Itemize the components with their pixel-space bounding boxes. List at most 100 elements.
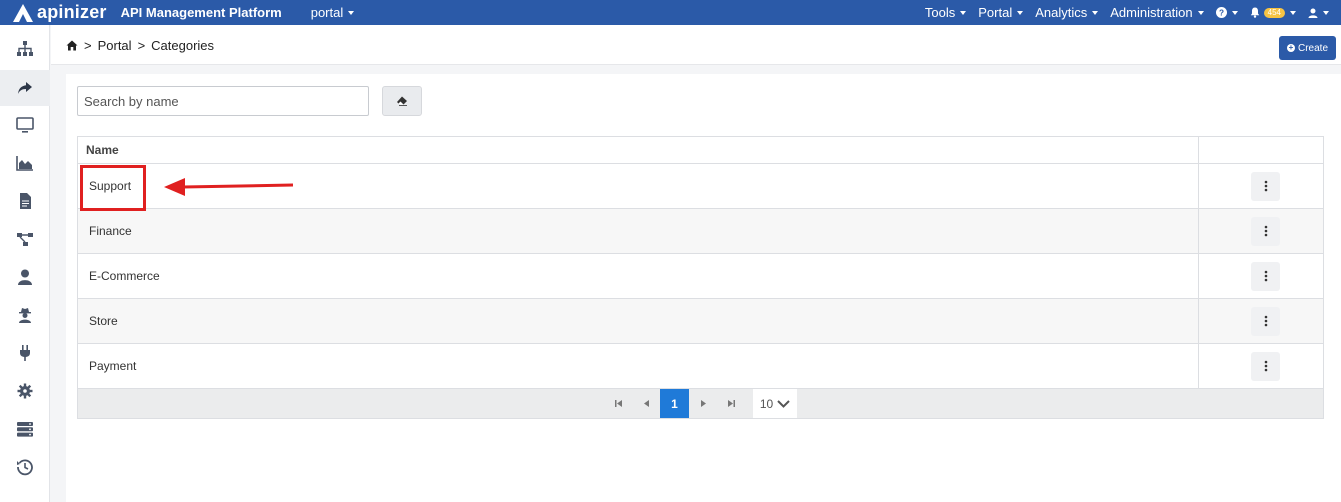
history-icon xyxy=(17,459,33,476)
sidebar-item-share[interactable] xyxy=(0,70,50,106)
pagination: 1 10 xyxy=(78,389,1323,418)
notifications-menu[interactable]: 454 xyxy=(1250,7,1296,18)
eraser-icon xyxy=(397,96,407,106)
page-size-select[interactable]: 10 xyxy=(753,389,797,418)
category-name: E-Commerce xyxy=(78,254,1199,298)
sidebar-item-monitor[interactable] xyxy=(0,107,50,143)
category-name: Store xyxy=(78,299,1199,343)
create-button-label: Create xyxy=(1297,42,1328,54)
document-icon xyxy=(20,193,31,209)
user-icon xyxy=(1308,8,1318,18)
breadcrumb-separator: > xyxy=(84,38,92,53)
row-actions xyxy=(1199,299,1323,343)
table-row[interactable]: E-Commerce xyxy=(78,254,1323,299)
sidebar-item-sitemap[interactable] xyxy=(0,31,50,67)
table-row[interactable]: Finance xyxy=(78,209,1323,254)
first-page-button[interactable] xyxy=(604,389,632,418)
home-icon[interactable] xyxy=(66,40,78,51)
sidebar-item-documents[interactable] xyxy=(0,183,50,219)
row-menu-button[interactable] xyxy=(1251,216,1280,246)
row-menu-button[interactable] xyxy=(1251,261,1280,291)
area-chart-icon xyxy=(16,156,33,171)
row-actions xyxy=(1199,209,1323,253)
brand-name: apinizer xyxy=(37,2,107,22)
sidebar-item-connectors[interactable] xyxy=(0,335,50,371)
context-selector[interactable]: portal xyxy=(311,5,355,20)
platform-title: API Management Platform xyxy=(120,5,282,20)
clear-search-button[interactable] xyxy=(382,86,422,116)
breadcrumb-categories: Categories xyxy=(151,38,215,53)
column-header-name[interactable]: Name xyxy=(78,137,1199,163)
categories-card: Name Support Finance E-Commerce xyxy=(66,74,1341,502)
sidebar-item-analytics[interactable] xyxy=(0,145,50,181)
chevron-down-icon xyxy=(960,10,967,15)
help-menu[interactable]: ? xyxy=(1215,7,1238,18)
table-row[interactable]: Store xyxy=(78,299,1323,344)
category-name: Finance xyxy=(78,209,1199,253)
next-page-button[interactable] xyxy=(689,389,717,418)
menu-administration-label: Administration xyxy=(1110,5,1193,20)
user-icon xyxy=(18,269,32,285)
next-page-icon xyxy=(700,400,706,407)
menu-analytics-label: Analytics xyxy=(1035,5,1088,20)
sidebar-item-settings[interactable] xyxy=(0,373,50,409)
bell-icon xyxy=(1250,7,1259,18)
svg-text:?: ? xyxy=(1219,8,1224,17)
notification-count-badge: 454 xyxy=(1263,7,1285,18)
category-name: Payment xyxy=(78,344,1199,388)
search-input[interactable] xyxy=(77,86,369,116)
sidebar-item-servers[interactable] xyxy=(0,411,50,447)
menu-analytics[interactable]: Analytics xyxy=(1035,5,1099,20)
row-menu-button[interactable] xyxy=(1251,351,1280,381)
breadcrumb-separator: > xyxy=(137,38,146,53)
row-menu-button[interactable] xyxy=(1251,171,1280,201)
breadcrumb-bar: > Portal > Categories + Create xyxy=(51,25,1341,65)
row-actions xyxy=(1199,344,1323,388)
cog-icon xyxy=(17,383,33,399)
breadcrumb-portal[interactable]: Portal xyxy=(98,38,132,53)
chevron-down-icon xyxy=(348,10,355,15)
create-button[interactable]: + Create xyxy=(1279,36,1336,60)
help-icon: ? xyxy=(1215,7,1227,18)
chevron-down-icon xyxy=(1197,10,1204,15)
chevron-down-icon xyxy=(777,399,790,408)
sidebar-item-topology[interactable] xyxy=(0,221,50,257)
table-header: Name xyxy=(78,137,1323,164)
row-actions xyxy=(1199,254,1323,298)
apinizer-logo-icon xyxy=(13,3,33,22)
sitemap-icon xyxy=(17,41,33,56)
page-size-value: 10 xyxy=(759,396,774,411)
user-secret-icon xyxy=(19,308,31,323)
menu-tools[interactable]: Tools xyxy=(925,5,967,20)
plus-circle-icon: + xyxy=(1286,43,1295,52)
breadcrumb: > Portal > Categories xyxy=(66,38,214,53)
more-vertical-icon xyxy=(1264,270,1267,282)
plug-icon xyxy=(20,345,30,361)
menu-administration[interactable]: Administration xyxy=(1110,5,1204,20)
top-navbar: apinizer API Management Platform portal … xyxy=(0,0,1341,25)
last-page-button[interactable] xyxy=(717,389,745,418)
menu-portal-label: Portal xyxy=(978,5,1013,20)
chevron-down-icon xyxy=(1323,10,1329,15)
chevron-down-icon xyxy=(1092,10,1099,15)
previous-page-icon xyxy=(643,400,649,407)
chevron-down-icon xyxy=(1017,10,1024,15)
sidebar-item-history[interactable] xyxy=(0,449,50,485)
page-number-current[interactable]: 1 xyxy=(660,389,689,418)
more-vertical-icon xyxy=(1264,225,1267,237)
previous-page-button[interactable] xyxy=(632,389,660,418)
brand[interactable]: apinizer xyxy=(12,2,107,23)
more-vertical-icon xyxy=(1264,360,1267,372)
sidebar-item-security[interactable] xyxy=(0,297,50,333)
chevron-down-icon xyxy=(1290,10,1296,15)
first-page-icon xyxy=(614,400,622,407)
sidebar-item-users[interactable] xyxy=(0,259,50,295)
user-menu[interactable] xyxy=(1308,8,1329,18)
chevron-down-icon xyxy=(1231,10,1238,15)
table-row[interactable]: Payment xyxy=(78,344,1323,389)
context-label: portal xyxy=(310,5,344,20)
menu-portal[interactable]: Portal xyxy=(978,5,1024,20)
row-menu-button[interactable] xyxy=(1251,306,1280,336)
share-arrow-icon xyxy=(18,82,32,94)
last-page-icon xyxy=(727,400,735,407)
